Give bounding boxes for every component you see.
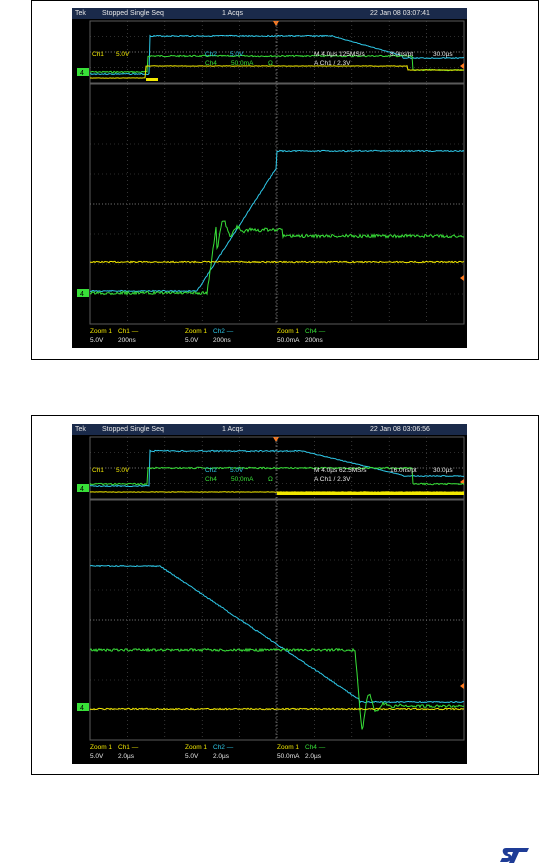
zoom-name-1: Zoom 1: [90, 328, 112, 335]
ch4-zoom-marker-text: 4: [80, 705, 84, 712]
zoom-time-2: 200ns: [213, 337, 231, 344]
ch1-scale: 5.0V: [116, 467, 130, 474]
ch4-scale: 50.0mA: [231, 476, 254, 483]
ch1-label: Ch1: [92, 467, 104, 474]
zoom-time-3: 2.0µs: [305, 753, 322, 760]
ch2-label: Ch2: [205, 51, 217, 58]
ch4-zoom-marker-text: 4: [80, 291, 84, 298]
zoom-scale-3: 50.0mA: [277, 337, 300, 344]
zoom-name-2: Zoom 1: [185, 328, 207, 335]
zoom-channel-2: Ch2 —: [213, 744, 234, 751]
zoom-time-3: 200ns: [305, 337, 323, 344]
zoom-scale-2: 5.0V: [185, 337, 199, 344]
zoom-time-2: 2.0µs: [213, 753, 230, 760]
trigger-readout: A Ch1 / 2.3V: [314, 476, 351, 483]
ch4-ohm: Ω: [268, 476, 273, 483]
zoom-time-1: 200ns: [118, 337, 136, 344]
zoom-name-3: Zoom 1: [277, 328, 299, 335]
delay-readout: 30.0µs: [433, 51, 453, 58]
timebase-readout: M 4.0µs 62.5MS/s: [314, 467, 367, 474]
zoom-scale-1: 5.0V: [90, 753, 104, 760]
scope-display: 4 4 Ch1 5.0V Ch2 5.0V Ch4 50.0mA Ω M 4.0µs 62.5MS…: [77, 436, 465, 760]
ch-offset-marker: [460, 275, 464, 281]
scope-display: 4 4 Ch1 5.0V Ch2 5.0V Ch4 50.0mA Ω M 4.0µs 125MS/…: [77, 20, 465, 344]
ch4-overview-marker-text: 4: [80, 70, 84, 77]
ch1-scale: 5.0V: [116, 51, 130, 58]
zoom-channel-2: Ch2 —: [213, 328, 234, 335]
zoom-name-2: Zoom 1: [185, 744, 207, 751]
ch-offset-marker: [460, 683, 464, 689]
ch4-label: Ch4: [205, 60, 217, 67]
ch2-zoom-trace: [90, 564, 465, 704]
zoom-channel-1: Ch1 —: [118, 744, 139, 751]
ch2-scale: 5.0V: [230, 51, 244, 58]
oscilloscope-screen-1: Tek Stopped Single Seq 1 Acqs 22 Jan 08 …: [72, 8, 467, 348]
zoom-scale-3: 50.0mA: [277, 753, 300, 760]
ch1-label: Ch1: [92, 51, 104, 58]
ch-offset-marker-top: [460, 63, 464, 69]
ch4-ohm: Ω: [268, 60, 273, 67]
zoom-time-1: 2.0µs: [118, 753, 135, 760]
ch1-zoom-trace: [89, 707, 465, 711]
delay-readout: 30.0µs: [433, 467, 453, 474]
zoom-scale-1: 5.0V: [90, 337, 104, 344]
ch4-label: Ch4: [205, 476, 217, 483]
oscilloscope-screen-2: Tek Stopped Single Seq 1 Acqs 22 Jan 08 …: [72, 424, 467, 764]
zoom-channel-3: Ch4 —: [305, 744, 326, 751]
zoom-name-3: Zoom 1: [277, 744, 299, 751]
zoom-name-1: Zoom 1: [90, 744, 112, 751]
ch2-label: Ch2: [205, 467, 217, 474]
resolution-readout: 16.0ns/pt: [390, 467, 417, 474]
zoom-channel-3: Ch4 —: [305, 328, 326, 335]
resolution-readout: 8.0ns/pt: [390, 51, 413, 58]
ch2-scale: 5.0V: [230, 467, 244, 474]
trigger-readout: A Ch1 / 2.3V: [314, 60, 351, 67]
timebase-readout: M 4.0µs 125MS/s: [314, 51, 365, 58]
ch4-overview-marker-text: 4: [80, 486, 84, 493]
zoom-window-indicator: [146, 78, 158, 81]
ch4-scale: 50.0mA: [231, 60, 254, 67]
zoom-window-indicator: [277, 492, 464, 495]
zoom-scale-2: 5.0V: [185, 753, 199, 760]
zoom-channel-1: Ch1 —: [118, 328, 139, 335]
st-logo-icon: [500, 848, 529, 863]
